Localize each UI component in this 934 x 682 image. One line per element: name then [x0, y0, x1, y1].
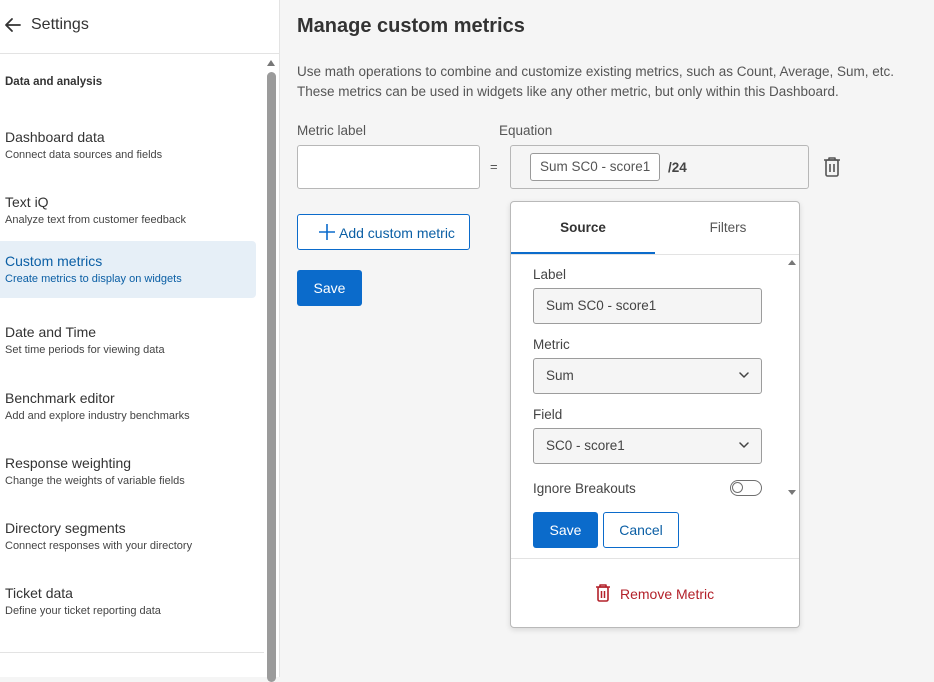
metric-source-popover: Source Filters Label Sum SC0 - score1 Me… [510, 201, 800, 628]
sidebar-item-subtitle: Define your ticket reporting data [5, 605, 161, 617]
sidebar-item-title: Dashboard data [5, 129, 105, 145]
scroll-up-arrow-icon[interactable] [788, 260, 796, 265]
add-custom-metric-button[interactable]: Add custom metric [297, 214, 470, 250]
settings-sidebar: Settings Data and analysis Dashboard dat… [0, 0, 280, 682]
sidebar-item-title: Directory segments [5, 520, 126, 536]
scroll-down-arrow-icon[interactable] [788, 490, 796, 495]
sidebar-item-subtitle: Connect data sources and fields [5, 149, 163, 161]
sidebar-item-dashboard-data[interactable]: Dashboard data Connect data sources and … [0, 119, 256, 176]
toggle-knob [732, 482, 743, 493]
sidebar-header: Settings [0, 0, 279, 54]
popover-divider [511, 558, 799, 559]
sidebar-divider [0, 652, 264, 653]
save-button[interactable]: Save [297, 270, 362, 306]
sidebar-item-title: Date and Time [5, 324, 97, 340]
metric-select-value: Sum [546, 368, 574, 383]
label-field-heading: Label [533, 267, 567, 282]
page-description: Use math operations to combine and custo… [297, 64, 895, 99]
equation-metric-chip[interactable]: Sum SC0 - score1 [530, 153, 660, 181]
popover-cancel-button[interactable]: Cancel [603, 512, 679, 548]
sidebar-item-title: Custom metrics [5, 253, 103, 269]
sidebar-item-date-and-time[interactable]: Date and Time Set time periods for viewi… [0, 314, 256, 371]
plus-icon [319, 224, 335, 240]
equation-heading: Equation [499, 123, 553, 138]
sidebar-item-subtitle: Add and explore industry benchmarks [5, 410, 190, 422]
metric-label-input[interactable] [297, 145, 480, 189]
sidebar-item-title: Text iQ [5, 194, 49, 210]
tabs-divider [511, 254, 799, 255]
remove-metric-label: Remove Metric [620, 586, 715, 602]
chevron-down-icon [739, 372, 749, 378]
trash-icon[interactable] [821, 155, 843, 179]
field-heading: Field [533, 407, 563, 422]
sidebar-item-subtitle: Connect responses with your directory [5, 540, 193, 552]
back-arrow-icon[interactable] [4, 16, 22, 34]
metric-label-heading: Metric label [297, 123, 367, 138]
sidebar-scroll-thumb[interactable] [267, 72, 276, 682]
sidebar-item-directory-segments[interactable]: Directory segments Connect responses wit… [0, 510, 256, 567]
field-select[interactable]: SC0 - score1 [533, 428, 762, 464]
trash-icon [596, 584, 610, 602]
sidebar-item-ticket-data[interactable]: Ticket data Define your ticket reporting… [0, 575, 256, 632]
label-input[interactable]: Sum SC0 - score1 [533, 288, 762, 324]
sidebar-scrollbar[interactable] [266, 56, 278, 682]
ignore-breakouts-toggle[interactable] [730, 480, 762, 496]
equals-sign: = [490, 159, 498, 174]
metric-field-heading: Metric [533, 337, 570, 352]
sidebar-item-response-weighting[interactable]: Response weighting Change the weights of… [0, 445, 256, 502]
sidebar-item-custom-metrics[interactable]: Custom metrics Create metrics to display… [0, 241, 256, 298]
scroll-up-arrow-icon[interactable] [267, 60, 275, 66]
popover-save-button[interactable]: Save [533, 512, 598, 548]
field-select-value: SC0 - score1 [546, 438, 625, 453]
equation-suffix: /24 [668, 160, 687, 175]
sidebar-title: Settings [31, 16, 89, 33]
add-custom-metric-label: Add custom metric [339, 225, 455, 241]
sidebar-item-text-iq[interactable]: Text iQ Analyze text from customer feedb… [0, 184, 256, 241]
metric-select[interactable]: Sum [533, 358, 762, 394]
sidebar-item-title: Response weighting [5, 455, 132, 471]
tab-filters[interactable]: Filters [656, 202, 800, 255]
equation-input[interactable]: Sum SC0 - score1 /24 [510, 145, 809, 189]
tab-source[interactable]: Source [511, 202, 655, 255]
sidebar-item-subtitle: Analyze text from customer feedback [5, 214, 186, 226]
sidebar-item-subtitle: Create metrics to display on widgets [5, 273, 182, 285]
sidebar-item-benchmark-editor[interactable]: Benchmark editor Add and explore industr… [0, 380, 256, 437]
sidebar-item-subtitle: Set time periods for viewing data [5, 344, 165, 356]
sidebar-item-title: Ticket data [5, 585, 73, 601]
sidebar-item-subtitle: Change the weights of variable fields [5, 475, 185, 487]
sidebar-item-title: Benchmark editor [5, 390, 115, 406]
section-heading: Data and analysis [5, 76, 103, 88]
chevron-down-icon [739, 442, 749, 448]
ignore-breakouts-label: Ignore Breakouts [533, 481, 636, 496]
page-title: Manage custom metrics [297, 15, 525, 37]
